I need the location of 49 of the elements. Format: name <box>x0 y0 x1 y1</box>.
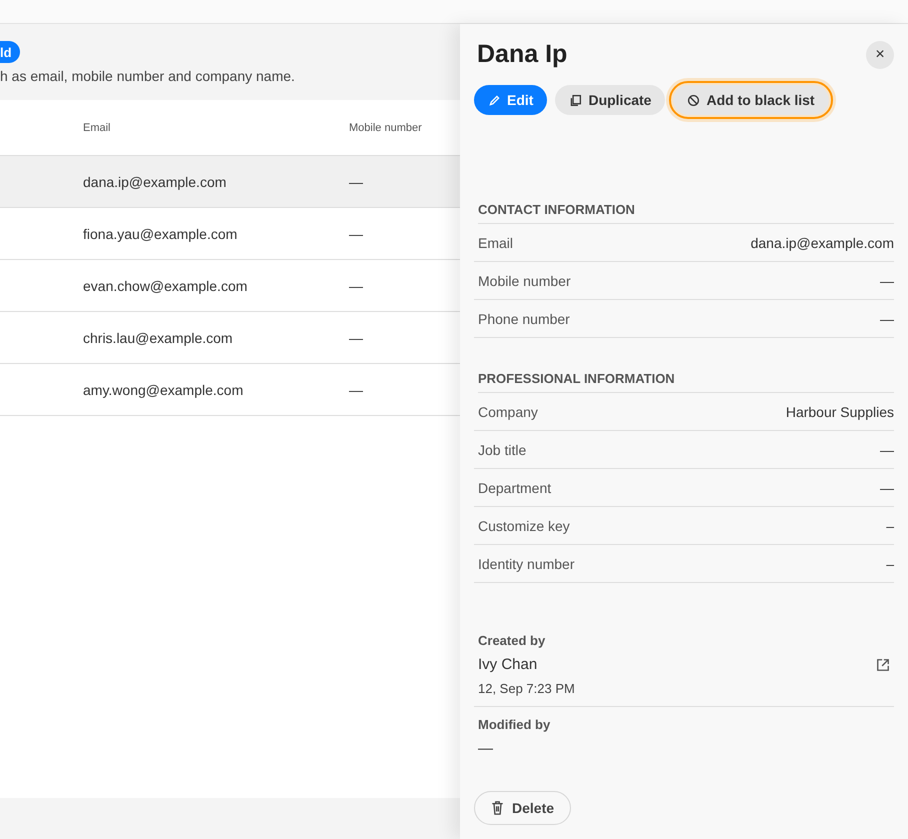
field-value: — <box>880 272 894 288</box>
field-label: Email <box>478 234 514 250</box>
section-heading: CONTACT INFORMATION <box>478 190 894 224</box>
mobile-cell: — <box>349 174 363 190</box>
created-time: 12, Sep 7:23 PM <box>477 681 576 696</box>
field-label: Identity number <box>478 556 574 572</box>
mobile-cell: — <box>349 382 363 398</box>
action-button[interactable]: Duplicate <box>555 85 666 115</box>
column-header: Mobile number <box>349 122 422 134</box>
delete-button[interactable]: Delete <box>474 791 572 825</box>
ban-icon <box>687 94 700 106</box>
field-label: Company <box>478 404 538 420</box>
field-label: Mobile number <box>478 272 571 288</box>
pencil-icon <box>488 94 501 106</box>
field-value: — <box>880 442 894 458</box>
contact-name-title: Dana Ip <box>477 40 568 69</box>
table-row[interactable]: dana.ip@example.com — <box>0 156 460 208</box>
field-label: Phone number <box>478 310 570 326</box>
field-value: – <box>886 518 894 534</box>
email-cell-text: fiona.yau@example.com <box>82 226 238 242</box>
email-cell-text: chris.lau@example.com <box>82 330 234 346</box>
action-button[interactable]: Edit <box>474 85 548 115</box>
column-header: Email <box>82 122 112 134</box>
trash-icon <box>491 801 504 815</box>
add-button[interactable]: ld <box>0 41 20 63</box>
external-link-icon[interactable] <box>876 658 890 672</box>
field-label: Job title <box>478 442 526 458</box>
description-text: h as email, mobile number and company name. <box>0 68 295 84</box>
mobile-cell: — <box>349 330 363 346</box>
field-value: dana.ip@example.com <box>750 234 894 250</box>
field-value: — <box>880 480 894 496</box>
email-cell-text: amy.wong@example.com <box>82 382 244 398</box>
creator-name: Ivy Chan <box>477 656 538 673</box>
field-label: Department <box>478 480 552 496</box>
field-value: – <box>886 556 894 572</box>
action-button[interactable]: Add to black list <box>673 85 829 115</box>
email-cell-text: evan.chow@example.com <box>82 278 248 294</box>
created-by-label: Created by <box>477 633 546 648</box>
email-cell-text: dana.ip@example.com <box>82 174 228 190</box>
mobile-cell: — <box>349 278 363 294</box>
copy-icon <box>569 94 582 106</box>
modifier-name: — <box>477 740 494 757</box>
field-value: Harbour Supplies <box>786 404 894 420</box>
field-value: — <box>880 310 894 326</box>
modified-by-label: Modified by <box>477 717 552 732</box>
section-heading: PROFESSIONAL INFORMATION <box>478 359 894 393</box>
field-label: Customize key <box>478 518 570 534</box>
mobile-cell: — <box>349 226 363 242</box>
close-button[interactable]: × <box>866 40 894 68</box>
